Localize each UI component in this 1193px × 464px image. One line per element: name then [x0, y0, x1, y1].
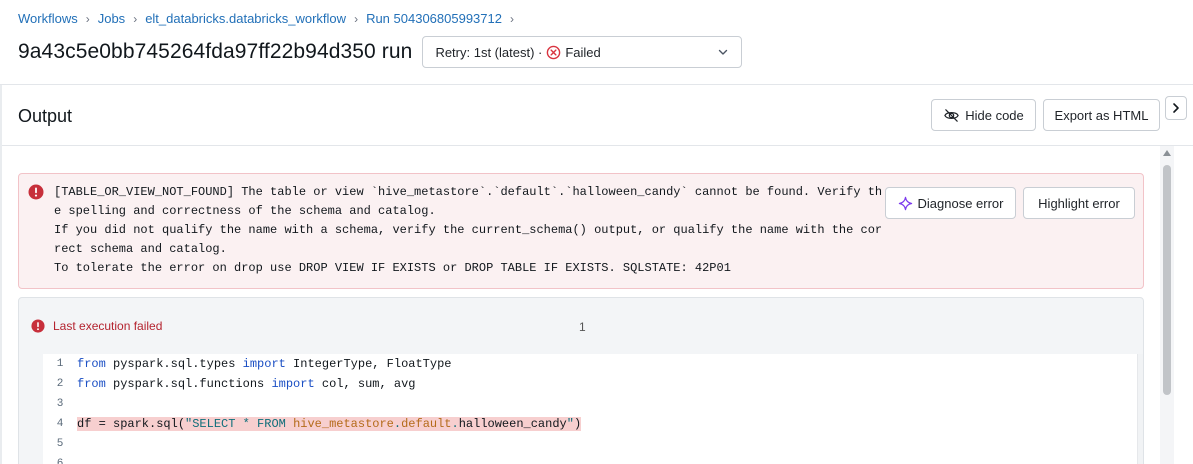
hide-code-button[interactable]: Hide code — [931, 99, 1036, 131]
line-number: 3 — [56, 398, 64, 410]
side-panel-toggle[interactable] — [1165, 96, 1187, 120]
diagnose-error-label: Diagnose error — [917, 195, 1004, 211]
line-number: 5 — [56, 438, 64, 450]
breadcrumb-separator: › — [354, 11, 359, 26]
code-line: 4 df = spark.sql("SELECT * FROM hive_meta… — [43, 414, 582, 434]
output-divider — [2, 145, 1193, 146]
highlighted-error-code: df = spark.sql("SELECT * FROM hive_metas… — [77, 417, 582, 431]
title-row: 9a43c5e0bb745264fda97ff22b94d350 run Ret… — [18, 36, 743, 68]
code-line: 5 — [43, 434, 77, 454]
code-editor[interactable]: 1 from pyspark.sql.types import IntegerTy… — [43, 354, 1143, 464]
alert-circle-icon — [28, 184, 44, 200]
breadcrumb-job-name[interactable]: elt_databricks.databricks_workflow — [145, 11, 346, 26]
code-line: 1 from pyspark.sql.types import IntegerTy… — [43, 354, 452, 374]
breadcrumb-jobs[interactable]: Jobs — [98, 11, 125, 26]
execution-status: Last execution failed — [31, 319, 162, 333]
code-editor-scrollbar[interactable] — [1137, 354, 1143, 464]
x-circle-icon — [547, 45, 561, 59]
breadcrumb-separator: › — [85, 11, 90, 26]
code-text: from pyspark.sql.types import IntegerTyp… — [77, 357, 452, 371]
code-line: 2 from pyspark.sql.functions import col, … — [43, 374, 416, 394]
export-html-button[interactable]: Export as HTML — [1043, 99, 1160, 131]
chevron-right-icon — [1173, 103, 1179, 113]
code-line: 6 — [43, 454, 77, 464]
scroll-thumb[interactable] — [1163, 165, 1171, 395]
header-divider — [0, 84, 1193, 85]
breadcrumb-run[interactable]: Run 504306805993712 — [366, 11, 502, 26]
breadcrumb-separator: › — [509, 11, 514, 26]
code-cell: Last execution failed 1 1 from pyspark.sq… — [18, 297, 1144, 464]
highlight-error-label: Highlight error — [1038, 195, 1120, 211]
hide-code-label: Hide code — [965, 107, 1024, 123]
cell-number: 1 — [579, 320, 586, 334]
output-title: Output — [18, 106, 73, 126]
chevron-down-icon — [719, 49, 728, 55]
code-text: from pyspark.sql.functions import col, s… — [77, 377, 416, 391]
left-panel-edge — [0, 85, 2, 464]
highlight-error-button[interactable]: Highlight error — [1023, 187, 1135, 219]
retry-label: Retry: 1st (latest) · — [435, 44, 543, 60]
retry-status: Failed — [565, 44, 601, 60]
page-title: 9a43c5e0bb745264fda97ff22b94d350 run — [18, 40, 413, 63]
retry-select[interactable]: Retry: 1st (latest) · Failed — [422, 36, 743, 68]
sparkle-icon — [898, 196, 912, 210]
diagnose-error-button[interactable]: Diagnose error — [885, 187, 1016, 219]
breadcrumb-separator: › — [133, 11, 138, 26]
export-html-label: Export as HTML — [1054, 107, 1149, 123]
code-line: 3 — [43, 394, 77, 414]
line-number: 1 — [56, 358, 64, 370]
execution-status-label: Last execution failed — [53, 319, 163, 333]
breadcrumb: Workflows › Jobs › elt_databricks.databr… — [18, 11, 522, 26]
breadcrumb-workflows[interactable]: Workflows — [18, 11, 78, 26]
eye-slash-icon — [944, 108, 960, 122]
scroll-up-arrow-icon[interactable] — [1163, 150, 1171, 156]
line-number: 2 — [56, 378, 64, 390]
alert-circle-icon — [31, 319, 45, 333]
line-number: 4 — [56, 418, 64, 430]
line-number: 6 — [56, 458, 64, 464]
error-message: [TABLE_OR_VIEW_NOT_FOUND] The table or v… — [54, 185, 883, 275]
